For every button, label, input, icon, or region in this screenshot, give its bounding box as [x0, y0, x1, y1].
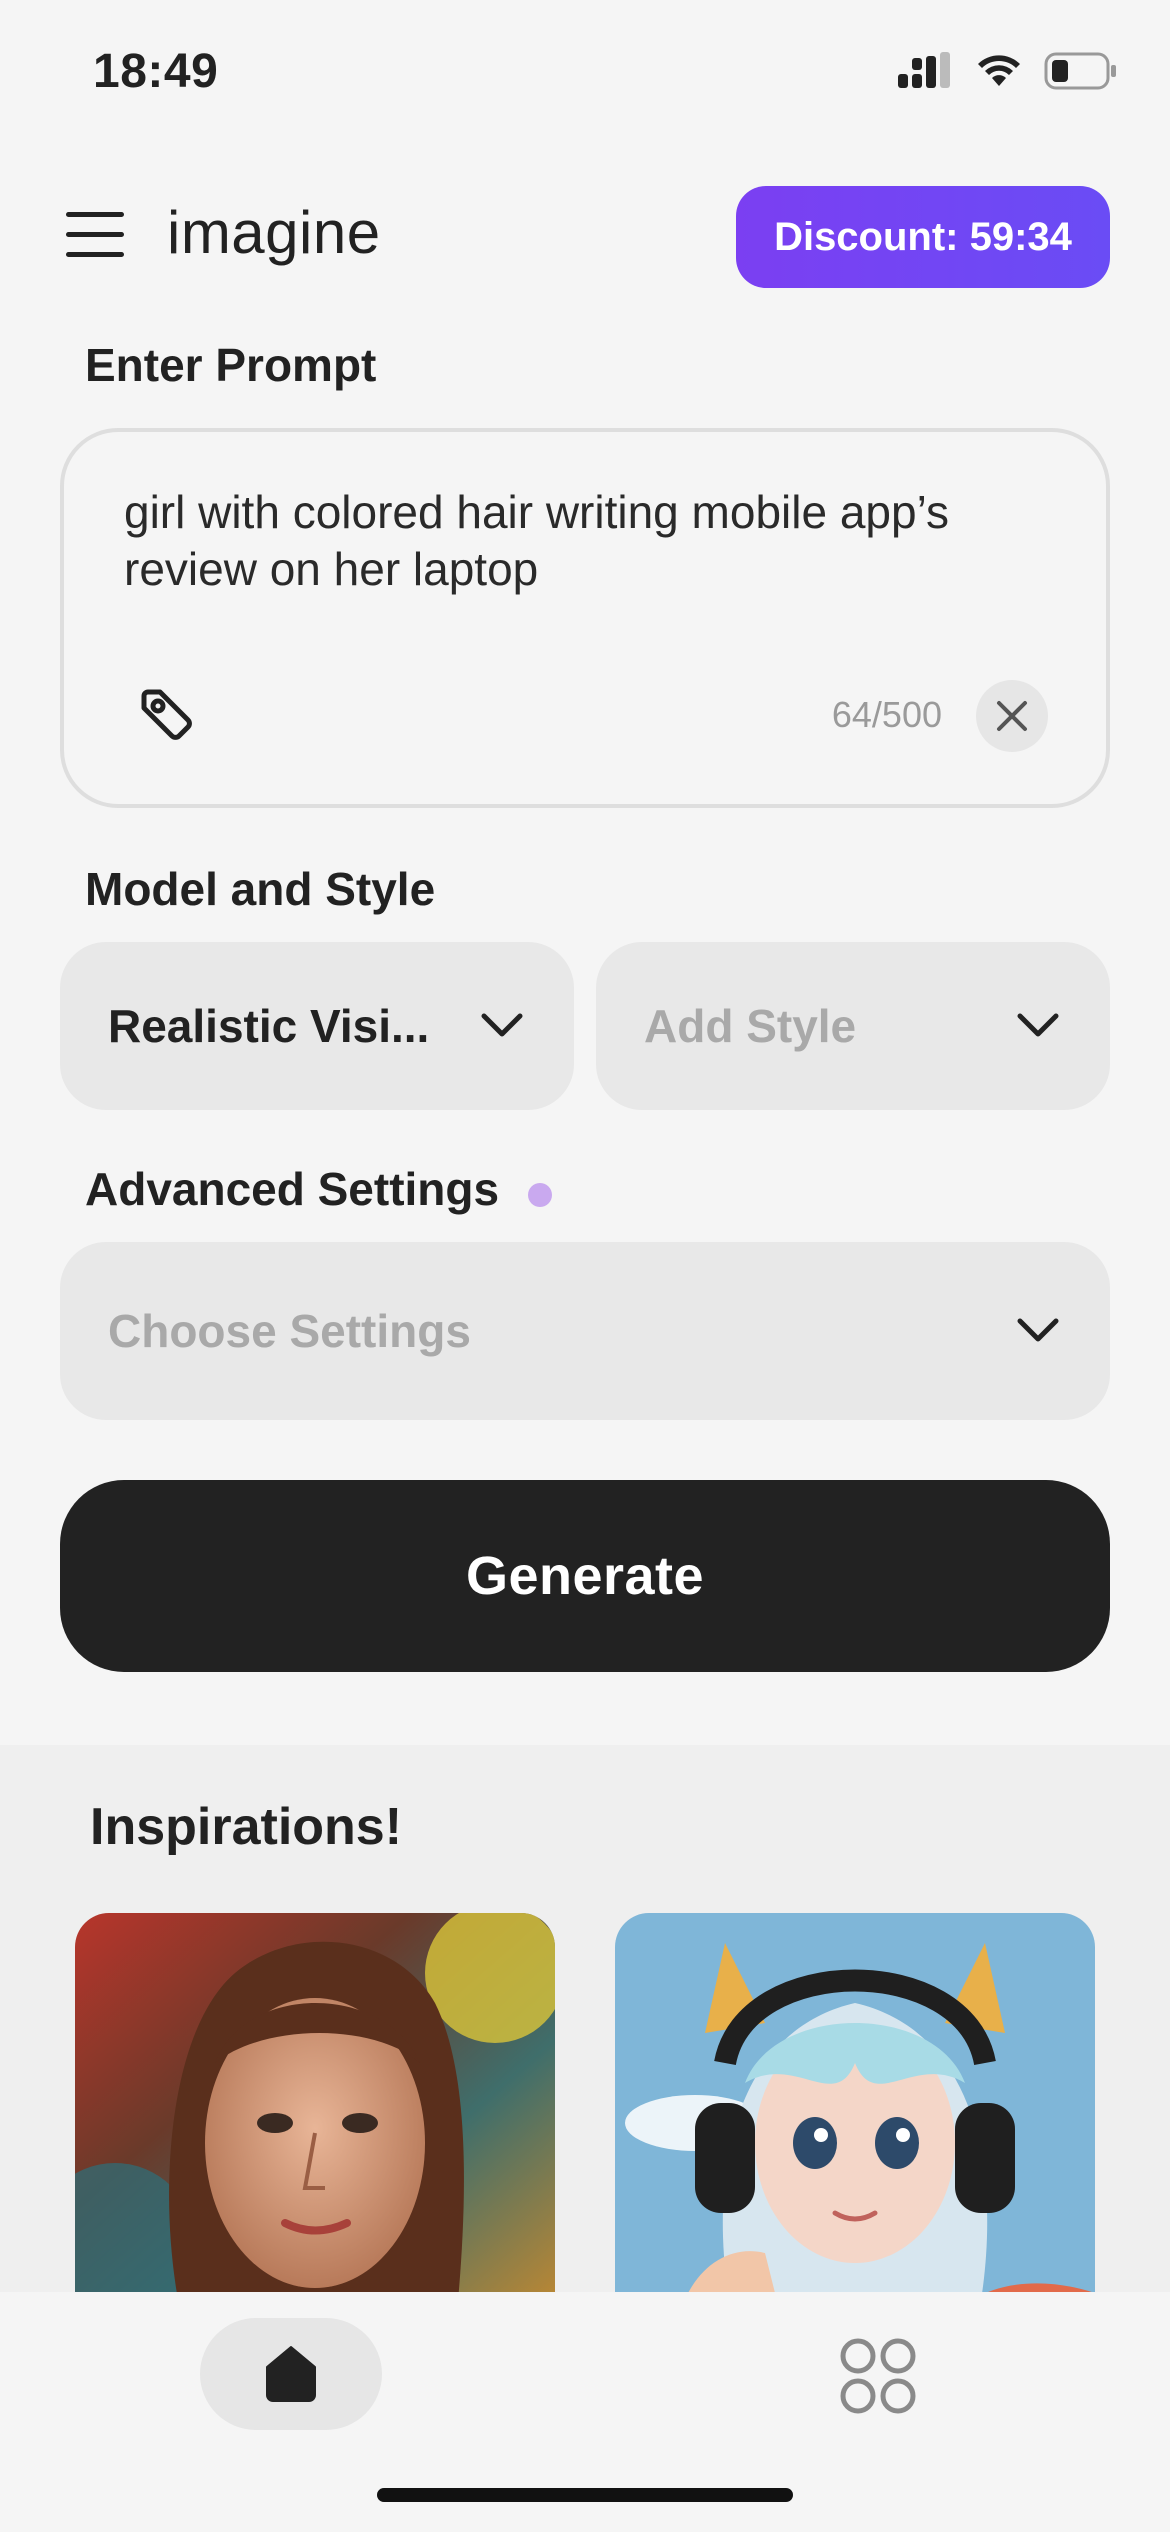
status-time: 18:49 — [93, 45, 219, 98]
prompt-input-box[interactable]: girl with colored hair writing mobile ap… — [60, 428, 1110, 808]
model-select[interactable]: Realistic Visi... — [60, 942, 574, 1110]
advanced-settings-label: Advanced Settings — [85, 1163, 500, 1215]
nav-home-tab[interactable] — [200, 2318, 382, 2430]
grid-icon[interactable] — [838, 2336, 918, 2416]
character-counter: 64/500 — [831, 694, 942, 735]
inspiration-card[interactable] — [615, 1913, 1095, 2333]
portrait-image — [75, 1913, 555, 2333]
status-icons — [898, 52, 1118, 90]
model-style-label: Model and Style — [85, 863, 436, 915]
anime-image — [615, 1913, 1095, 2333]
tag-icon[interactable] — [134, 682, 198, 746]
advanced-settings-placeholder: Choose Settings — [108, 1305, 471, 1357]
discount-button[interactable]: Discount: 59:34 — [736, 186, 1110, 288]
inspirations-title: Inspirations! — [90, 1798, 403, 1856]
close-icon — [997, 701, 1027, 731]
prompt-input[interactable]: girl with colored hair writing mobile ap… — [124, 484, 1054, 598]
style-select[interactable]: Add Style — [596, 942, 1110, 1110]
app-title: imagine — [167, 199, 381, 266]
wifi-icon — [978, 55, 1020, 86]
chevron-down-icon — [1017, 1318, 1059, 1342]
advanced-settings-select[interactable]: Choose Settings — [60, 1242, 1110, 1420]
generate-button[interactable]: Generate — [60, 1480, 1110, 1672]
app-screen: 18:49 imagine Discount: 59:34 Enter Prom… — [0, 0, 1170, 2532]
cellular-signal-icon — [898, 52, 950, 88]
chevron-down-icon — [1017, 1013, 1059, 1037]
style-select-placeholder: Add Style — [644, 1000, 857, 1052]
model-select-value: Realistic Visi... — [108, 1000, 430, 1052]
inspiration-card[interactable] — [75, 1913, 555, 2333]
home-icon — [266, 2346, 316, 2402]
clear-prompt-button[interactable] — [976, 680, 1048, 752]
home-indicator[interactable] — [377, 2488, 793, 2502]
hamburger-menu-icon[interactable] — [66, 212, 124, 258]
chevron-down-icon — [481, 1013, 523, 1037]
enter-prompt-label: Enter Prompt — [85, 339, 377, 391]
status-dot — [528, 1183, 552, 1207]
battery-icon — [1044, 52, 1116, 90]
